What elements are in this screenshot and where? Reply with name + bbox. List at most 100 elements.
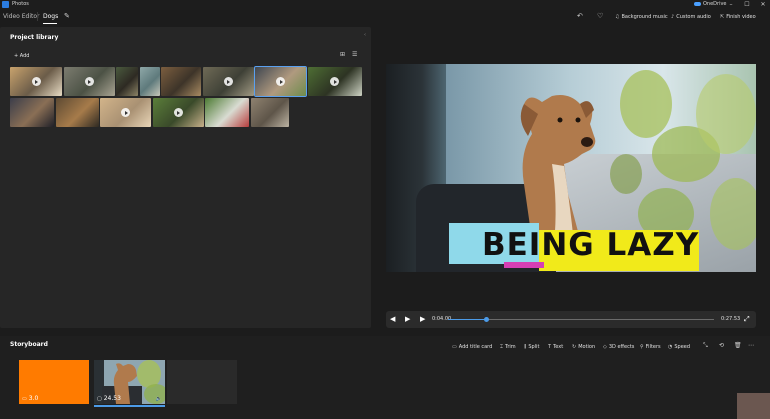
fullscreen-icon[interactable]: ⤢ [744,315,750,324]
motion-button[interactable]: ↻ Motion [572,344,595,350]
library-thumbnail[interactable] [10,98,54,127]
filters-button[interactable]: ⚲ Filters [640,344,661,350]
seek-handle[interactable] [484,317,490,322]
onedrive-status[interactable]: OneDrive [694,1,727,7]
app-title: Photos [12,1,29,7]
title-overlay-text: BEING LAZY [482,227,700,263]
custom-audio-label: Custom audio [676,14,711,20]
minimize-button[interactable]: – [724,0,738,10]
library-thumbnail[interactable] [55,98,99,127]
library-thumbnail[interactable] [116,67,138,96]
cloud-icon [694,1,701,6]
text-button[interactable]: T Text [548,344,563,350]
playback-controls: ◀ ▶ ▶ 0:04.00 0:27.53 ⤢ [386,311,756,328]
title-card-icon: ▭ [22,396,27,402]
corner-overlay [737,393,770,419]
motion-icon: ↻ [572,344,577,350]
library-thumbnail[interactable] [307,67,362,96]
seek-bar[interactable] [448,317,714,322]
video-preview[interactable]: BEING LAZY [386,64,756,272]
trim-button[interactable]: ⌶ Trim [500,344,516,350]
previous-frame-icon[interactable]: ◀ [390,315,395,324]
finish-video-button[interactable]: ⇱ Finish video [720,14,756,20]
library-thumbnail[interactable] [100,98,151,127]
music-note-icon: ♫ [615,14,620,20]
library-thumbnail[interactable] [250,98,289,127]
breadcrumb-video-editor[interactable]: Video Editor [3,13,39,20]
more-options-icon[interactable]: ⋯ [748,342,754,349]
audio-icon: ♪ [671,14,675,20]
speed-label: Speed [674,344,691,350]
3d-cube-icon: ◇ [603,344,607,350]
title-bar: Photos OneDrive – ☐ ✕ [0,0,770,10]
video-icon: ▢ [97,396,102,402]
play-overlay-icon [223,77,233,86]
rotate-icon[interactable]: ⟲ [719,342,724,349]
play-overlay-icon [31,77,41,86]
undo-icon[interactable]: ↶ [577,12,583,20]
library-thumbnail[interactable] [202,67,254,96]
grid-view-icon[interactable]: ⊞ [340,51,345,58]
clip-duration-text: 3.0 [28,395,39,402]
list-view-icon[interactable]: ☰ [352,51,357,58]
storyboard-clip-video[interactable]: ▢ 24.53 🔈 [94,360,165,404]
speed-button[interactable]: ◔ Speed [668,344,690,350]
clip-duration: ▭ 3.0 [22,395,38,402]
speed-icon: ◔ [668,344,673,350]
custom-audio-button[interactable]: ♪ Custom audio [671,14,711,20]
library-thumbnail[interactable] [205,98,249,127]
3d-effects-button[interactable]: ◇ 3D effects [603,344,634,350]
export-icon: ⇱ [720,14,725,20]
breadcrumb-divider [37,12,38,21]
trim-label: Trim [505,344,516,350]
close-button[interactable]: ✕ [756,0,770,10]
trim-icon: ⌶ [500,344,504,350]
selected-clip-indicator [94,405,165,407]
add-title-card-button[interactable]: ▭ Add title card [452,344,492,350]
background-music-button[interactable]: ♫ Background music [615,14,668,20]
breadcrumb-project-name[interactable]: Dogs [43,13,58,20]
speaker-icon[interactable]: 🔈 [156,396,162,402]
next-frame-icon[interactable]: ▶ [420,315,425,324]
storyboard-clip-title-card[interactable]: ▭ 3.0 [19,360,89,404]
library-thumbnail[interactable] [254,66,307,97]
play-overlay-icon [84,77,94,86]
text-label: Text [553,344,564,350]
library-thumbnail[interactable] [139,67,160,96]
finish-video-label: Finish video [726,14,756,20]
delete-icon[interactable]: 🗑 [734,342,742,349]
editor-toolbar: Video Editor Dogs ✎ ↶ ♡ ♫ Background musi… [0,10,770,26]
clip-duration-text: 24.53 [103,395,121,402]
play-overlay-icon [121,108,130,117]
favorite-heart-icon[interactable]: ♡ [597,12,603,20]
split-label: Split [528,344,540,350]
add-media-button[interactable]: + Add [14,53,29,59]
resize-icon[interactable]: ⤡ [703,342,708,350]
3d-effects-label: 3D effects [608,344,635,350]
project-library-title: Project library [10,34,59,41]
background-music-label: Background music [621,14,668,20]
play-overlay-icon [276,77,285,86]
title-card-icon: ▭ [452,344,457,350]
onedrive-label: OneDrive [703,1,727,7]
split-button[interactable]: ⫼ Split [524,344,539,350]
storyboard-empty-slot[interactable] [167,360,237,404]
add-label: Add [19,53,30,59]
rename-pencil-icon[interactable]: ✎ [64,12,70,20]
seek-bar-progress [448,319,487,320]
photos-app-icon [2,1,9,8]
total-time: 0:27.53 [721,316,741,322]
collapse-chevron-icon[interactable]: ‹ [364,32,366,38]
library-thumbnail[interactable] [152,98,204,127]
play-overlay-icon [330,77,339,86]
library-thumbnail[interactable] [63,67,115,96]
library-thumbnail[interactable] [161,67,201,96]
maximize-button[interactable]: ☐ [740,0,754,10]
filters-label: Filters [645,344,661,350]
project-library-panel: Project library ‹ + Add ⊞ ☰ [0,27,371,328]
motion-label: Motion [578,344,596,350]
library-thumbnail[interactable] [10,67,62,96]
play-overlay-icon [173,108,183,117]
play-icon[interactable]: ▶ [405,315,410,324]
active-indicator [43,23,57,24]
